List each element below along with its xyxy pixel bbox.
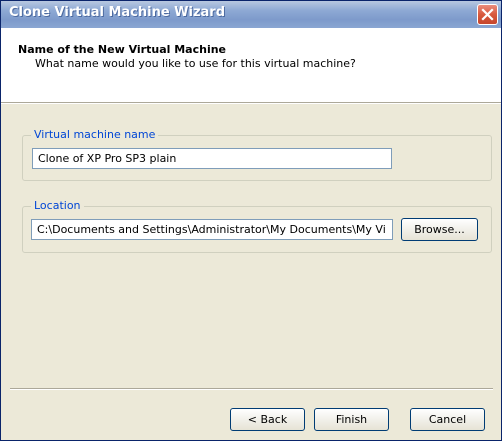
browse-button[interactable]: Browse... xyxy=(401,218,478,241)
button-separator xyxy=(10,388,493,390)
back-button[interactable]: < Back xyxy=(230,408,305,431)
location-group: Location C:\Documents and Settings\Admin… xyxy=(22,199,492,253)
close-icon xyxy=(481,8,494,21)
finish-button[interactable]: Finish xyxy=(314,408,389,431)
location-input[interactable]: C:\Documents and Settings\Administrator\… xyxy=(31,219,393,240)
title-bar[interactable]: Clone Virtual Machine Wizard xyxy=(1,1,501,28)
vm-name-group: Virtual machine name Clone of XP Pro SP3… xyxy=(22,128,492,181)
cancel-button[interactable]: Cancel xyxy=(410,408,485,431)
wizard-header: Name of the New Virtual Machine What nam… xyxy=(1,28,501,103)
vm-name-label: Virtual machine name xyxy=(31,128,159,141)
close-button[interactable] xyxy=(477,4,498,25)
wizard-window: Clone Virtual Machine Wizard Name of the… xyxy=(0,0,502,441)
page-title: Name of the New Virtual Machine xyxy=(18,43,227,56)
vm-name-input[interactable]: Clone of XP Pro SP3 plain xyxy=(32,148,392,169)
page-subtitle: What name would you like to use for this… xyxy=(35,57,356,70)
location-label: Location xyxy=(31,199,84,212)
window-title: Clone Virtual Machine Wizard xyxy=(9,5,226,20)
